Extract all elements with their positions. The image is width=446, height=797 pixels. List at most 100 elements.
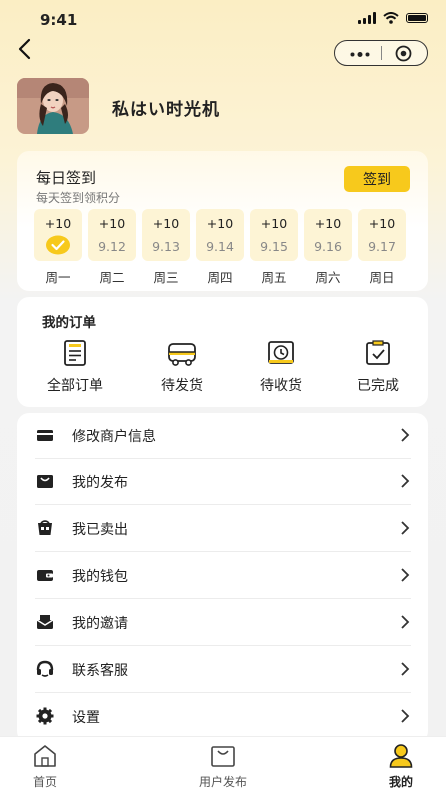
day-box: +10 9.16 — [304, 209, 352, 261]
username: 私はい时光机 — [112, 100, 220, 120]
day-date: 9.16 — [314, 239, 342, 254]
order-list-icon — [64, 340, 86, 366]
order-completed[interactable]: 已完成 — [333, 339, 423, 395]
divider — [35, 692, 411, 693]
day-box: +10 9.15 — [250, 209, 298, 261]
tab-bar: 首页 用户发布 我的 — [0, 736, 446, 797]
publish-bag-icon — [211, 746, 235, 767]
menu-item-label: 修改商户信息 — [72, 429, 156, 445]
chevron-right-icon — [401, 709, 410, 723]
day-points: +10 — [98, 216, 126, 231]
chevron-right-icon — [401, 615, 410, 629]
status-bar: 9:41 — [0, 0, 446, 40]
headset-icon — [36, 660, 54, 677]
menu-item-label: 我的邀请 — [72, 616, 128, 632]
sold-icon — [38, 520, 52, 535]
day-points: +10 — [152, 216, 180, 231]
order-to-receive-label: 待收货 — [260, 378, 302, 394]
menu-item-merchant-info[interactable]: 修改商户信息 — [35, 413, 411, 459]
menu-item-my-posts[interactable]: 我的发布 — [35, 459, 411, 505]
day-label: 周三 — [153, 270, 179, 285]
checkin-day: +10 9.12 周二 — [88, 209, 136, 286]
clock-box-icon — [268, 341, 294, 364]
checkin-day: +10 9.16 周六 — [304, 209, 352, 286]
checkin-day: +10 9.13 周三 — [142, 209, 190, 286]
menu-item-label: 我的发布 — [72, 475, 128, 491]
day-label: 周六 — [315, 270, 341, 285]
day-date: 9.17 — [368, 239, 396, 254]
menu-item-invite[interactable]: 我的邀请 — [35, 600, 411, 646]
day-points: +10 — [368, 216, 396, 231]
tab-label: 首页 — [32, 775, 57, 789]
checkin-title: 每日签到 — [36, 169, 97, 187]
divider — [35, 504, 411, 505]
checkin-day: +10 9.15 周五 — [250, 209, 298, 286]
checkin-day: +10 周一 — [34, 209, 82, 286]
day-box: +10 9.12 — [88, 209, 136, 261]
chevron-right-icon — [401, 474, 410, 488]
day-label: 周五 — [261, 270, 287, 285]
menu-item-label: 我的钱包 — [72, 569, 128, 585]
day-label: 周二 — [99, 270, 125, 285]
menu-item-settings[interactable]: 设置 — [35, 694, 411, 740]
status-icons — [358, 12, 428, 24]
checkin-day: +10 9.14 周四 — [196, 209, 244, 286]
checkin-button[interactable]: 签到 — [344, 166, 410, 192]
checkin-days: +10 周一 +10 9.12 周二 +10 9.13 周三 +10 9.14 … — [34, 209, 411, 287]
day-box: +10 9.14 — [196, 209, 244, 261]
wifi-icon — [383, 12, 399, 24]
tab-home[interactable]: 首页 — [0, 743, 90, 790]
home-icon — [34, 745, 56, 767]
tab-label: 我的 — [388, 775, 413, 789]
gear-icon — [36, 707, 54, 725]
mini-program-capsule[interactable] — [334, 40, 428, 66]
day-points: +10 — [206, 216, 234, 231]
status-time: 9:41 — [40, 11, 78, 29]
menu-item-wallet[interactable]: 我的钱包 — [35, 553, 411, 599]
more-dots-icon[interactable] — [350, 52, 370, 57]
truck-icon — [168, 343, 196, 366]
menu-card: 修改商户信息 我的发布 我已卖出 我的钱包 我的邀请 联系客服 设置 — [17, 413, 428, 743]
day-date: 9.15 — [260, 239, 288, 254]
store-icon — [37, 430, 53, 441]
day-date: 9.12 — [98, 239, 126, 254]
day-date: 9.14 — [206, 239, 234, 254]
tab-label: 用户发布 — [198, 775, 247, 789]
chevron-right-icon — [401, 568, 410, 582]
menu-item-label: 我已卖出 — [72, 522, 128, 538]
close-target-icon[interactable] — [395, 45, 412, 62]
orders-title: 我的订单 — [42, 315, 96, 331]
menu-item-label: 设置 — [72, 710, 100, 726]
day-box: +10 — [34, 209, 82, 261]
invite-envelope-icon — [36, 615, 54, 629]
checkin-subtitle: 每天签到领积分 — [36, 191, 121, 205]
day-points: +10 — [314, 216, 342, 231]
user-icon — [389, 744, 413, 768]
orders-card: 我的订单 全部订单 待发货 待收货 已完成 — [17, 297, 428, 407]
order-completed-label: 已完成 — [357, 378, 399, 394]
back-arrow-icon[interactable] — [14, 36, 36, 62]
tab-mine[interactable]: 我的 — [356, 743, 446, 790]
menu-item-label: 联系客服 — [72, 663, 128, 679]
tab-user-publish[interactable]: 用户发布 — [178, 743, 268, 790]
order-to-ship[interactable]: 待发货 — [137, 339, 227, 395]
menu-item-sold[interactable]: 我已卖出 — [35, 506, 411, 552]
chevron-right-icon — [401, 428, 410, 442]
order-to-ship-label: 待发货 — [161, 378, 203, 394]
divider — [35, 551, 411, 552]
menu-item-customer-service[interactable]: 联系客服 — [35, 647, 411, 693]
signal-icon — [358, 12, 376, 24]
wallet-icon — [37, 570, 53, 581]
day-box: +10 9.17 — [358, 209, 406, 261]
avatar[interactable] — [17, 78, 89, 134]
day-label: 周一 — [45, 270, 71, 285]
day-points: +10 — [44, 216, 72, 231]
battery-icon — [406, 13, 428, 23]
order-to-receive[interactable]: 待收货 — [236, 339, 326, 395]
bag-icon — [37, 475, 53, 488]
capsule-divider — [381, 46, 382, 60]
day-box: +10 9.13 — [142, 209, 190, 261]
order-all[interactable]: 全部订单 — [30, 339, 120, 395]
divider — [35, 598, 411, 599]
checkmark-icon — [46, 235, 70, 255]
